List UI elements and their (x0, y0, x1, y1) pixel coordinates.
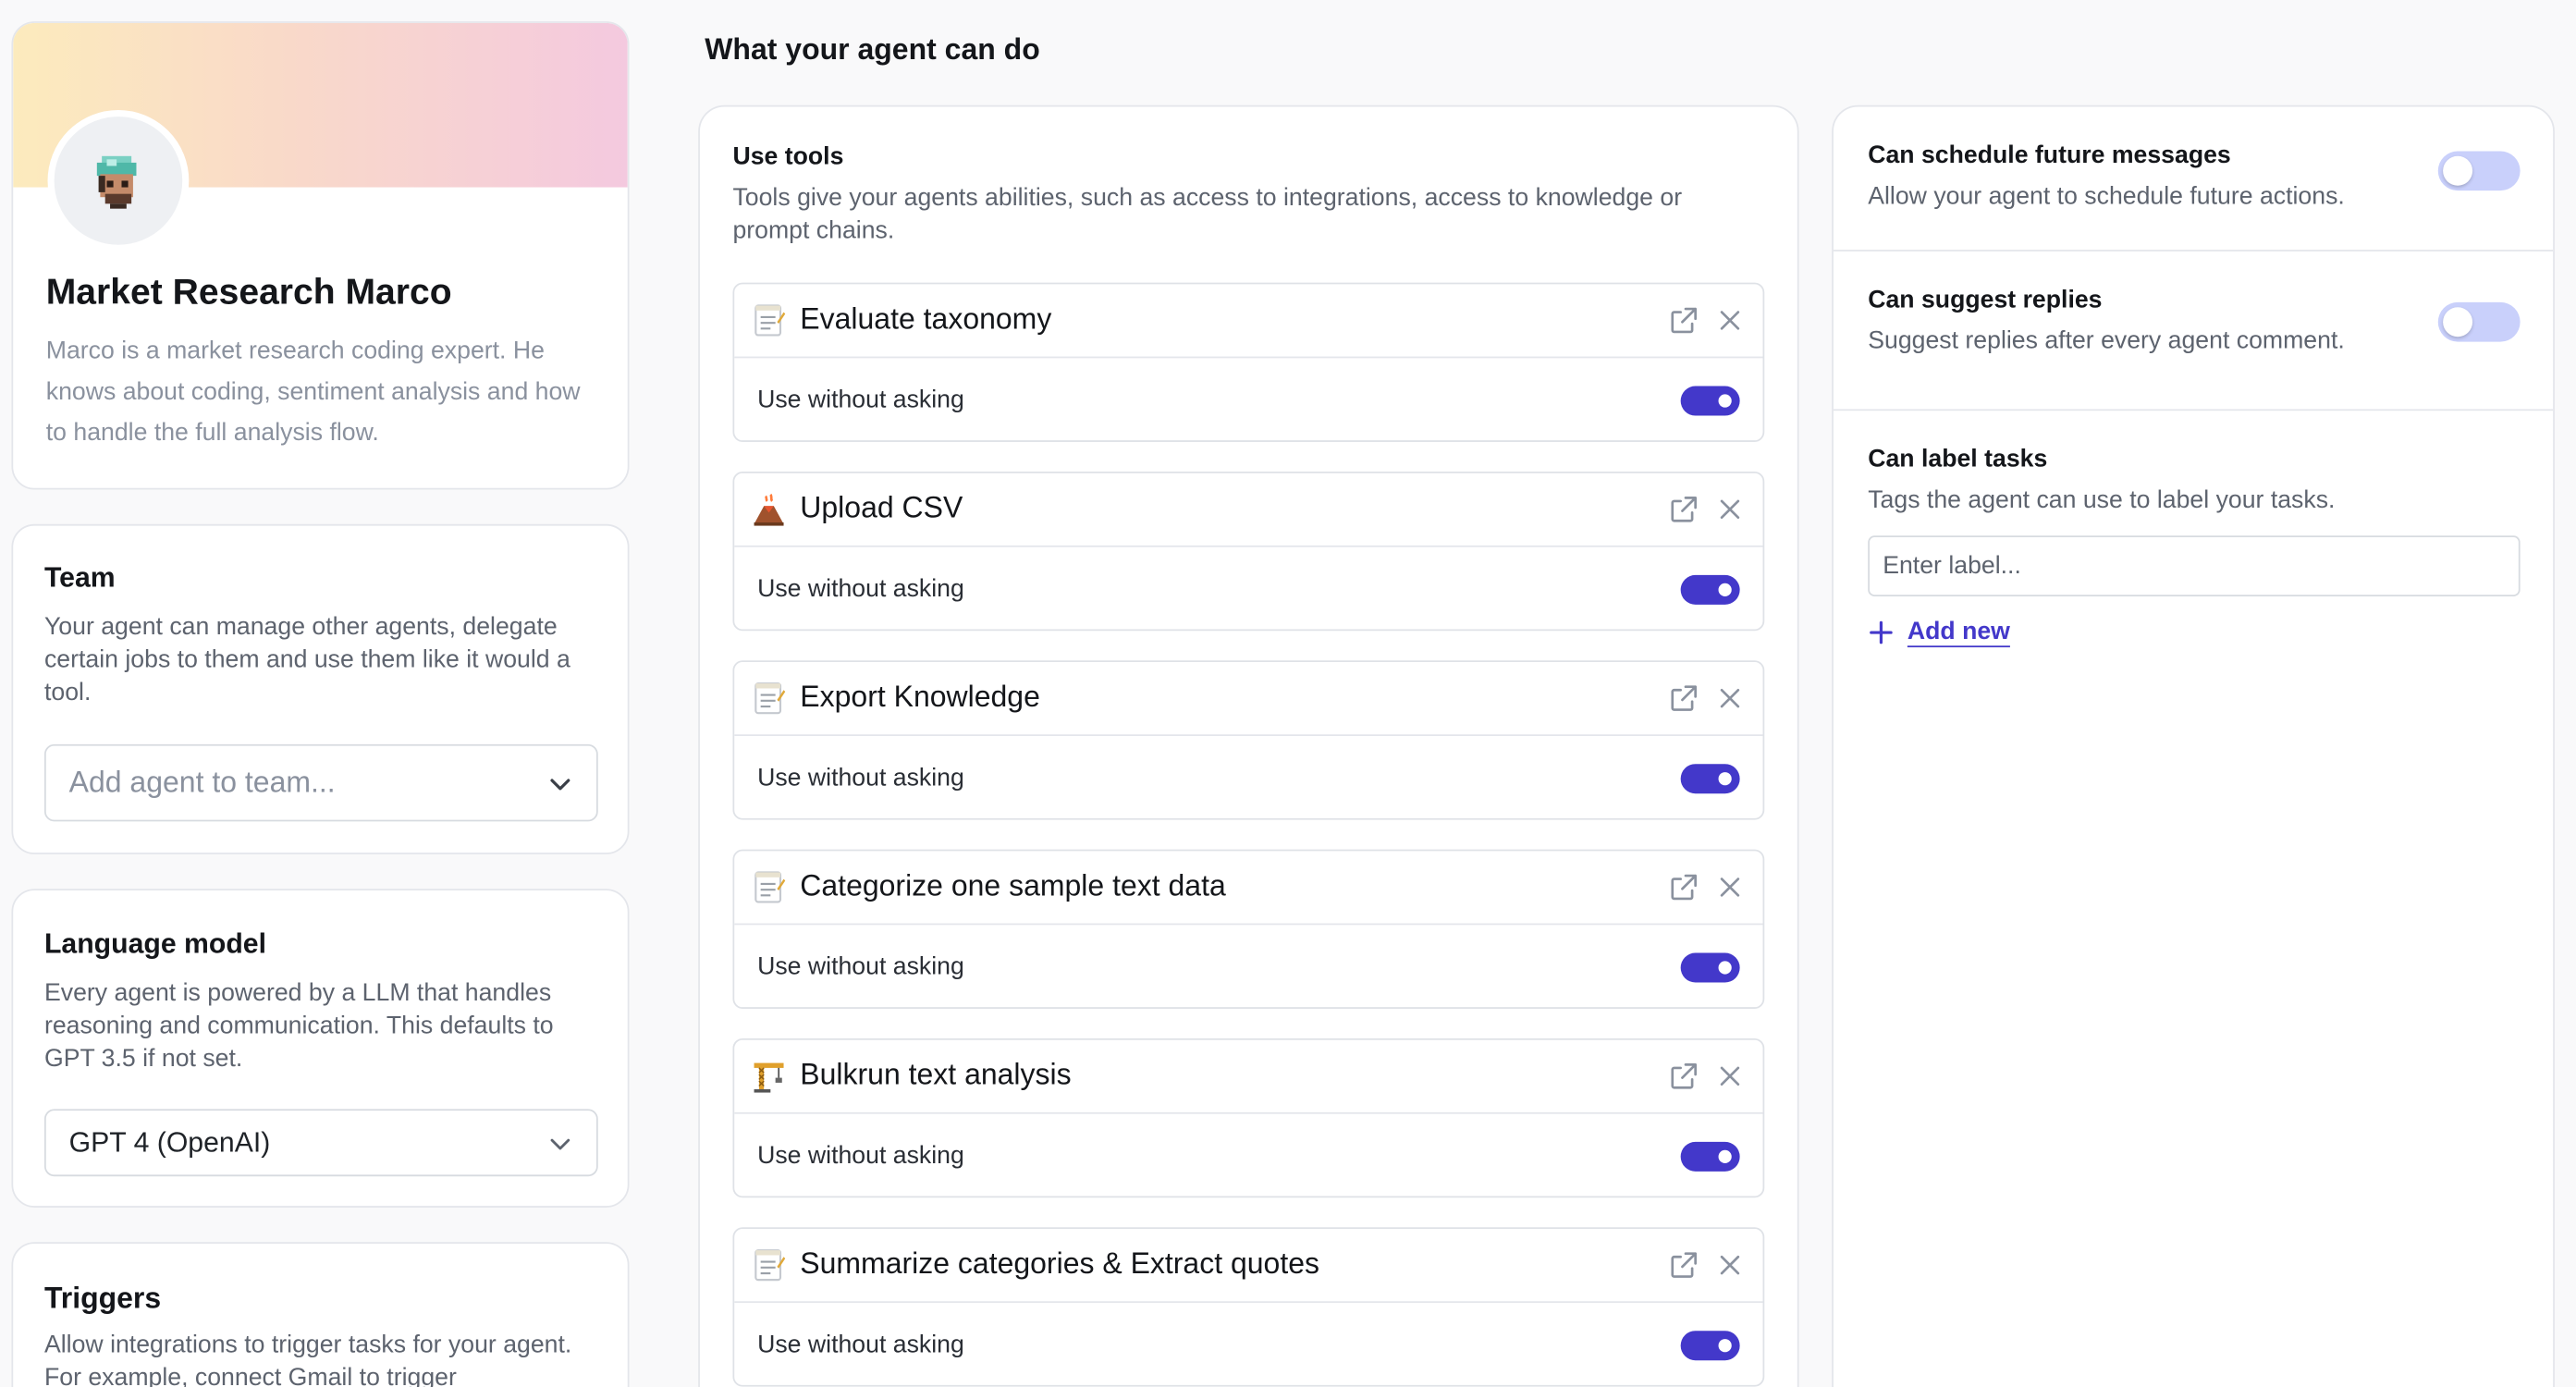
tool-item: Bulkrun text analysis Use without asking (732, 1037, 1765, 1198)
crane-icon (751, 1056, 787, 1096)
external-link-icon[interactable] (1667, 681, 1700, 715)
close-icon[interactable] (1713, 1060, 1747, 1093)
tool-header: Bulkrun text analysis (734, 1040, 1763, 1114)
suggest-replies-toggle[interactable] (2437, 301, 2521, 342)
triggers-description: Allow integrations to trigger tasks for … (43, 1331, 572, 1387)
use-without-asking-label: Use without asking (757, 952, 964, 981)
suggest-replies-section: Can suggest replies Suggest replies afte… (1833, 252, 2554, 411)
use-without-asking-toggle[interactable] (1680, 764, 1740, 794)
language-model-title: Language model (43, 927, 266, 960)
use-without-asking-toggle[interactable] (1680, 386, 1740, 416)
agent-avatar[interactable] (47, 110, 190, 252)
tool-item: Upload CSV Use without asking (732, 471, 1765, 632)
use-without-asking-label: Use without asking (757, 1331, 964, 1359)
memo-icon (751, 301, 787, 340)
tool-header: Export Knowledge (734, 662, 1763, 737)
tool-header: Categorize one sample text data (734, 851, 1763, 926)
use-without-asking-toggle[interactable] (1680, 952, 1740, 983)
label-tasks-description: Tags the agent can use to label your tas… (1868, 485, 2336, 515)
external-link-icon[interactable] (1667, 1060, 1700, 1093)
tool-header: Evaluate taxonomy (734, 284, 1763, 359)
team-card: Team Your agent can manage other agents,… (11, 523, 630, 854)
close-icon[interactable] (1713, 304, 1747, 338)
use-without-asking-label: Use without asking (757, 764, 964, 792)
external-link-icon[interactable] (1667, 304, 1700, 338)
capabilities-card: Can schedule future messages Allow your … (1832, 104, 2555, 1387)
memo-icon (751, 867, 787, 907)
use-without-asking-label: Use without asking (757, 574, 964, 604)
add-new-label-button[interactable]: Add new (1868, 618, 2010, 645)
tools-title: Use tools (732, 142, 844, 171)
use-without-asking-label: Use without asking (757, 386, 964, 414)
external-link-icon[interactable] (1667, 493, 1700, 526)
tool-header: Upload CSV (734, 473, 1763, 547)
triggers-title: Triggers (43, 1281, 162, 1315)
use-without-asking-toggle[interactable] (1680, 1141, 1740, 1172)
tool-item: Categorize one sample text data Use with… (732, 849, 1765, 1009)
label-tasks-title: Can label tasks (1868, 445, 2048, 473)
tool-name: Export Knowledge (800, 680, 1040, 714)
chevron-down-icon (550, 1137, 570, 1149)
team-title: Team (43, 561, 116, 594)
close-icon[interactable] (1713, 493, 1747, 526)
add-agent-placeholder: Add agent to team... (68, 765, 336, 799)
memo-icon (751, 679, 787, 718)
external-link-icon[interactable] (1667, 871, 1700, 904)
close-icon[interactable] (1713, 871, 1747, 904)
tool-name: Bulkrun text analysis (800, 1058, 1072, 1091)
suggest-replies-title: Can suggest replies (1868, 286, 2103, 314)
tool-name: Summarize categories & Extract quotes (800, 1246, 1320, 1281)
memo-icon (751, 1246, 787, 1285)
tool-item: Export Knowledge Use without asking (732, 660, 1765, 820)
tool-item: Evaluate taxonomy Use without asking (732, 282, 1765, 442)
close-icon[interactable] (1713, 681, 1747, 715)
tools-card: Use tools Tools give your agents abiliti… (698, 104, 1799, 1387)
tool-name: Categorize one sample text data (800, 868, 1226, 902)
use-without-asking-toggle[interactable] (1680, 574, 1740, 605)
tools-description: Tools give your agents abilities, such a… (732, 184, 1683, 245)
language-model-card: Language model Every agent is powered by… (11, 889, 630, 1208)
language-model-select[interactable]: GPT 4 (OpenAI) (43, 1109, 598, 1177)
tool-item: Summarize categories & Extract quotes Us… (732, 1227, 1765, 1387)
agent-description: Marco is a market research coding expert… (45, 337, 581, 448)
use-without-asking-toggle[interactable] (1680, 1331, 1740, 1361)
page-title: What your agent can do (705, 32, 1040, 67)
suggest-replies-description: Suggest replies after every agent commen… (1868, 326, 2345, 355)
agent-avatar-icon (96, 155, 137, 209)
chevron-down-icon (550, 778, 570, 790)
tool-name: Evaluate taxonomy (800, 301, 1052, 336)
close-icon[interactable] (1713, 1248, 1747, 1282)
tool-name: Upload CSV (800, 491, 963, 524)
add-agent-to-team-select[interactable]: Add agent to team... (43, 743, 598, 822)
external-link-icon[interactable] (1667, 1248, 1700, 1282)
schedule-messages-title: Can schedule future messages (1868, 141, 2231, 170)
agent-profile-card: Market Research Marco Marco is a market … (11, 21, 630, 490)
schedule-messages-description: Allow your agent to schedule future acti… (1868, 182, 2345, 211)
team-description: Your agent can manage other agents, dele… (43, 612, 570, 707)
add-new-label: Add new (1907, 618, 2010, 646)
volcano-icon (751, 489, 787, 529)
schedule-messages-toggle[interactable] (2437, 151, 2521, 191)
agent-name: Market Research Marco (45, 271, 452, 313)
language-model-selected: GPT 4 (OpenAI) (68, 1125, 271, 1158)
label-input[interactable] (1868, 535, 2521, 596)
schedule-messages-section: Can schedule future messages Allow your … (1833, 106, 2554, 252)
language-model-description: Every agent is powered by a LLM that han… (43, 978, 554, 1074)
tool-header: Summarize categories & Extract quotes (734, 1229, 1763, 1304)
triggers-card: Triggers Allow integrations to trigger t… (11, 1242, 630, 1387)
use-without-asking-label: Use without asking (757, 1141, 964, 1171)
plus-icon (1870, 620, 1893, 644)
